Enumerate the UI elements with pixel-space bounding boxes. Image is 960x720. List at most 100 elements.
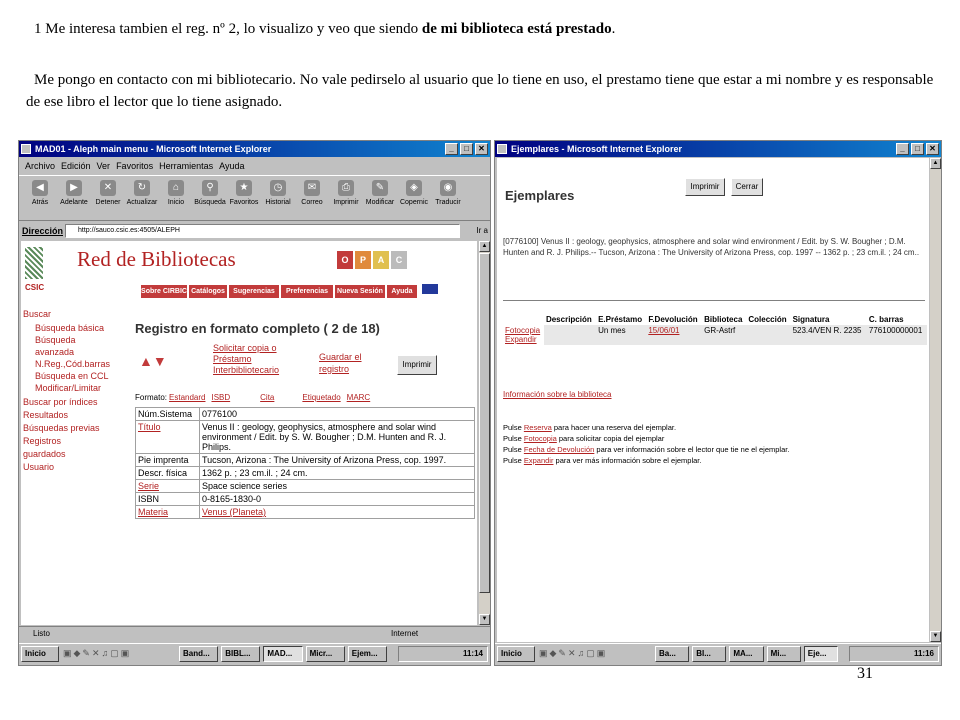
record-label[interactable]: Título: [135, 420, 200, 454]
toolbar-button-0[interactable]: ◀ Atrás: [23, 180, 57, 206]
taskbar-task-2[interactable]: MA...: [729, 646, 764, 662]
close-button[interactable]: ✕: [475, 143, 488, 155]
quick-launch-icons[interactable]: ▣◆✎✕♫▢▣: [539, 648, 607, 660]
nav-indices[interactable]: Buscar por índices: [23, 397, 98, 408]
scroll-down-icon[interactable]: ▼: [479, 614, 490, 625]
nav-registros[interactable]: Registros: [23, 436, 61, 447]
info-link[interactable]: Información sobre la biblioteca: [503, 390, 612, 399]
print-button[interactable]: Imprimir: [685, 178, 725, 196]
nav-buscar[interactable]: Buscar: [23, 309, 51, 320]
taskbar-task-2[interactable]: MAD...: [263, 646, 303, 662]
nav-busqueda-avanzada-2[interactable]: avanzada: [35, 347, 74, 358]
formato-link-3[interactable]: Etiquetado: [302, 393, 340, 402]
toolbar-button-11[interactable]: ◈ Copernic: [397, 180, 431, 206]
start-button[interactable]: Inicio: [21, 646, 59, 662]
system-tray: 11:14: [398, 646, 488, 662]
right-page-content: Ejemplares Imprimir Cerrar [0776100] Ven…: [497, 158, 929, 642]
left-browser-window: MAD01 - Aleph main menu - Microsoft Inte…: [18, 140, 491, 666]
left-vertical-scrollbar[interactable]: ▲ ▼: [479, 241, 490, 625]
address-input[interactable]: http://sauco.csic.es:4505/ALEPH: [65, 224, 460, 238]
toolbar-button-9[interactable]: ⎙ Imprimir: [329, 180, 363, 206]
start-button[interactable]: Inicio: [497, 646, 535, 662]
nav-ccl[interactable]: Búsqueda en CCL: [35, 371, 109, 382]
row-link-0[interactable]: Fotocopia: [505, 326, 542, 335]
formato-link-2[interactable]: Cita: [260, 393, 274, 402]
toolbar-button-5[interactable]: ⚲ Búsqueda: [193, 180, 227, 206]
guardar-link[interactable]: Guardar el registro: [319, 351, 362, 375]
nav-usuario[interactable]: Usuario: [23, 462, 54, 473]
row-link-1[interactable]: Expandir: [505, 335, 542, 344]
toolbar-button-6[interactable]: ★ Favoritos: [227, 180, 261, 206]
toolbar-button-8[interactable]: ✉ Correo: [295, 180, 329, 206]
help-link[interactable]: Reserva: [524, 423, 552, 432]
scroll-thumb[interactable]: [479, 253, 490, 593]
menu-item-2[interactable]: Ver: [97, 161, 111, 171]
nav-busqueda-basica[interactable]: Búsqueda básica: [35, 323, 104, 334]
right-vertical-scrollbar[interactable]: ▲ ▼: [930, 158, 941, 642]
minimize-button[interactable]: _: [445, 143, 458, 155]
solicitar-link[interactable]: Solicitar copia o Préstamo Interbibliote…: [213, 343, 279, 376]
taskbar-task-3[interactable]: Micr...: [305, 646, 345, 662]
nav-arrows-icon[interactable]: ▲▼: [139, 353, 167, 369]
record-value: 0776100: [199, 407, 475, 421]
minimize-button[interactable]: _: [896, 143, 909, 155]
record-value[interactable]: Venus (Planeta): [199, 505, 475, 519]
menu-item-0[interactable]: Archivo: [25, 161, 55, 171]
toolbar-button-4[interactable]: ⌂ Inicio: [159, 180, 193, 206]
tab-2[interactable]: Sugerencias: [229, 285, 279, 298]
tab-4[interactable]: Nueva Sesión: [335, 285, 385, 298]
record-label[interactable]: Materia: [135, 505, 200, 519]
taskbar-task-3[interactable]: Mi...: [766, 646, 801, 662]
scroll-up-icon[interactable]: ▲: [479, 241, 490, 252]
maximize-button[interactable]: □: [460, 143, 473, 155]
toolbar-button-3[interactable]: ↻ Actualizar: [125, 180, 159, 206]
menu-item-5[interactable]: Ayuda: [219, 161, 244, 171]
toolbar-icon: ◈: [406, 180, 422, 196]
close-button[interactable]: ✕: [926, 143, 939, 155]
tab-1[interactable]: Catálogos: [189, 285, 227, 298]
toolbar-button-2[interactable]: ✕ Detener: [91, 180, 125, 206]
nav-busqueda-avanzada[interactable]: Búsqueda: [35, 335, 76, 346]
formato-link-0[interactable]: Estandard: [169, 393, 205, 402]
nav-resultados[interactable]: Resultados: [23, 410, 68, 421]
menu-item-4[interactable]: Herramientas: [159, 161, 213, 171]
go-button[interactable]: Ir a: [476, 222, 488, 240]
help-line: Pulse Expandir para ver más información …: [503, 456, 702, 465]
close-page-button[interactable]: Cerrar: [731, 178, 763, 196]
tab-0[interactable]: Sobre CIRBIC: [141, 285, 187, 298]
record-row: Pie imprenta Tucson, Arizona : The Univer…: [135, 453, 475, 467]
taskbar-task-4[interactable]: Ejem...: [347, 646, 387, 662]
toolbar-button-12[interactable]: ◉ Traducir: [431, 180, 465, 206]
scroll-up-icon[interactable]: ▲: [930, 158, 941, 169]
taskbar-task-1[interactable]: BI...: [692, 646, 727, 662]
formato-link-4[interactable]: MARC: [347, 393, 371, 402]
nav-guardados[interactable]: guardados: [23, 449, 66, 460]
help-link[interactable]: Fecha de Devolución: [524, 445, 594, 454]
nav-previas[interactable]: Búsquedas previas: [23, 423, 100, 434]
imprimir-button[interactable]: Imprimir: [397, 355, 437, 375]
taskbar-task-1[interactable]: BIBL...: [221, 646, 261, 662]
help-link[interactable]: Expandir: [524, 456, 554, 465]
toolbar-button-10[interactable]: ✎ Modificar: [363, 180, 397, 206]
formato-link-1[interactable]: ISBD: [211, 393, 230, 402]
tab-5[interactable]: Ayuda: [387, 285, 417, 298]
record-title: Registro en formato completo ( 2 de 18): [135, 321, 380, 336]
tab-3[interactable]: Preferencias: [281, 285, 333, 298]
menu-item-3[interactable]: Favoritos: [116, 161, 153, 171]
taskbar-task-0[interactable]: Band...: [179, 646, 219, 662]
menu-item-1[interactable]: Edición: [61, 161, 91, 171]
record-label[interactable]: Serie: [135, 479, 200, 493]
nav-modificar[interactable]: Modificar/Limitar: [35, 383, 101, 394]
maximize-button[interactable]: □: [911, 143, 924, 155]
nav-nreg[interactable]: N.Reg.,Cód.barras: [35, 359, 110, 370]
quick-launch-icons[interactable]: ▣◆✎✕♫▢▣: [63, 648, 131, 660]
help-link[interactable]: Fotocopia: [524, 434, 557, 443]
scroll-down-icon[interactable]: ▼: [930, 631, 941, 642]
taskbar-task-4[interactable]: Eje...: [803, 646, 838, 662]
cell-devolucion[interactable]: 15/06/01: [646, 325, 703, 345]
ie-icon: [21, 144, 31, 154]
taskbar-task-0[interactable]: Ba...: [655, 646, 690, 662]
record-label: ISBN: [135, 492, 200, 506]
toolbar-button-7[interactable]: ◷ Historial: [261, 180, 295, 206]
toolbar-button-1[interactable]: ▶ Adelante: [57, 180, 91, 206]
